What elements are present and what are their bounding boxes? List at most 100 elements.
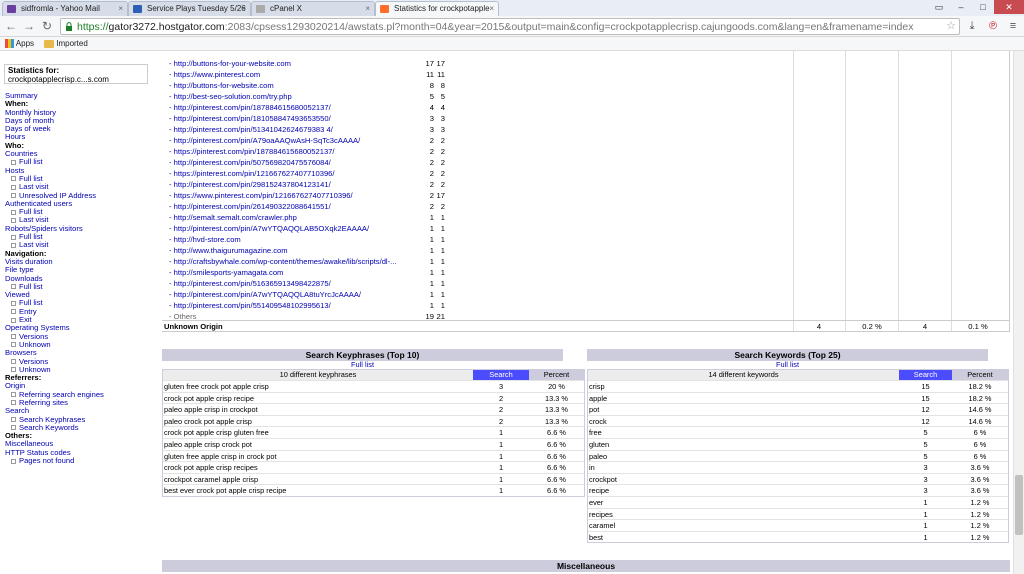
keyword-cell: gluten free apple crisp in crock pot	[164, 451, 277, 461]
bullet-icon	[11, 392, 16, 398]
search-count-cell: 1	[923, 509, 928, 519]
search-count-cell: 2	[498, 416, 504, 426]
keywords-full-list-link[interactable]: Full list	[587, 361, 988, 369]
keyword-cell: paleo crock pot apple crisp	[164, 416, 252, 426]
keyphrases-count: 10 different keyphrases	[279, 370, 357, 379]
table-row: crockpot 3 3.6 %	[588, 472, 1008, 485]
bookmark-apps[interactable]: Apps	[5, 38, 34, 50]
table-row: paleo apple crisp in crockpot 2 13.3 %	[163, 403, 584, 415]
table-row: paleo apple crisp crock pot 1 6.6 %	[163, 438, 584, 450]
window-controls: ▭ – □ ✕	[928, 0, 1024, 14]
keyword-cell: crock pot apple crisp recipe	[164, 393, 254, 403]
page-content: Statistics for: crockpotapplecrisp.c...s…	[0, 51, 1024, 574]
reload-icon[interactable]: ↻	[40, 19, 54, 33]
referrer-hits: 1	[440, 279, 445, 288]
search-count-cell: 1	[923, 498, 928, 507]
page-icon	[133, 5, 142, 13]
referrer-hits: 17	[436, 59, 445, 68]
nav-link[interactable]: Full list	[5, 158, 160, 166]
address-bar[interactable]: https://gator3272.hostgator.com:2083/cps…	[60, 18, 960, 35]
table-row: crock pot apple crisp recipes 1 6.6 %	[163, 461, 584, 473]
table-row: recipes 1 1.2 %	[588, 507, 1008, 520]
percent-cell: 3.6 %	[970, 474, 990, 484]
scrollbar-thumb[interactable]	[1015, 475, 1023, 535]
percent-cell: 3.6 %	[970, 463, 990, 473]
percent-cell: 20 %	[548, 382, 565, 391]
percent-cell: 1.2 %	[970, 509, 990, 519]
bullet-icon	[11, 367, 16, 373]
percent-cell: 6.6 %	[547, 474, 566, 484]
keyphrases-full-list-link[interactable]: Full list	[162, 361, 563, 369]
close-tab-icon[interactable]: ×	[241, 2, 246, 15]
tab-yahoo-mail[interactable]: sidfromla - Yahoo Mail ×	[2, 1, 128, 16]
back-icon[interactable]: ←	[4, 19, 18, 33]
nav-link[interactable]: Pages not found	[5, 456, 160, 465]
bookmark-star-icon[interactable]: ☆	[946, 19, 956, 32]
pinterest-icon[interactable]: ℗	[987, 20, 999, 32]
unknown-origin-row: Unknown Origin 4 0.2 % 4 0.1 %	[162, 320, 1010, 332]
download-icon[interactable]: ⤓	[966, 20, 978, 32]
search-count-cell: 15	[921, 393, 930, 403]
close-window-icon[interactable]: ✕	[994, 0, 1024, 14]
bullet-icon	[11, 193, 16, 199]
bullet-icon	[11, 209, 16, 215]
referrer-hits: 1	[440, 213, 445, 222]
maximize-icon[interactable]: □	[972, 0, 994, 14]
bullet-icon	[11, 234, 16, 240]
table-row: apple 15 18.2 %	[588, 391, 1008, 404]
keyword-cell: apple	[589, 393, 608, 403]
search-keyphrases-panel: Search Keyphrases (Top 10) Full list 10 …	[162, 349, 585, 499]
cpanel-icon	[380, 5, 389, 13]
keyword-cell: crock pot apple crisp gluten free	[164, 428, 269, 438]
menu-icon[interactable]: ≡	[1007, 20, 1019, 32]
tab-service-plays[interactable]: Service Plays Tuesday 5/26 ×	[128, 1, 251, 16]
search-count-cell: 2	[498, 393, 504, 403]
bullet-icon	[11, 242, 16, 248]
profile-icon[interactable]: ▭	[928, 0, 950, 14]
table-row: ever 1 1.2 %	[588, 496, 1008, 508]
keyword-cell: best ever crock pot apple crisp recipe	[164, 486, 287, 496]
keyword-cell: gluten free crock pot apple crisp	[164, 382, 269, 391]
bookmark-label: Apps	[15, 39, 35, 48]
percent-cell: 13.3 %	[544, 393, 568, 403]
bullet-icon	[11, 458, 16, 464]
referrer-link-partial[interactable]	[169, 51, 459, 57]
nav-link[interactable]: Summary	[5, 91, 160, 100]
nav-link[interactable]: Hours	[5, 133, 160, 141]
keyword-cell: crockpot caramel apple crisp	[164, 474, 259, 484]
bullet-icon	[11, 317, 16, 323]
tab-title: sidfromla - Yahoo Mail	[21, 4, 100, 13]
table-row: paleo crock pot apple crisp 2 13.3 %	[163, 414, 584, 427]
percent-cell: 18.2 %	[968, 393, 992, 403]
minimize-icon[interactable]: –	[950, 0, 972, 14]
table-row: pot 12 14.6 %	[588, 403, 1008, 415]
vertical-scrollbar[interactable]	[1013, 51, 1024, 574]
close-tab-icon[interactable]: ×	[118, 2, 123, 15]
search-count-cell: 15	[921, 382, 930, 391]
bookmark-imported[interactable]: Imported	[44, 38, 88, 50]
search-count-cell: 5	[923, 428, 928, 438]
table-row: gluten 5 6 %	[588, 438, 1008, 450]
close-tab-icon[interactable]: ×	[489, 2, 494, 15]
keywords-table: 14 different keywords Search Percent cri…	[587, 369, 1009, 543]
bullet-icon	[11, 334, 16, 340]
referrer-hits: 5	[440, 92, 445, 101]
table-row: gluten free apple crisp in crock pot 1 6.6…	[163, 449, 584, 462]
search-count-cell: 2	[498, 405, 504, 415]
tab-cpanel[interactable]: cPanel X ×	[251, 1, 375, 16]
close-tab-icon[interactable]: ×	[365, 2, 370, 15]
nav-section-heading: Referrers:	[5, 373, 160, 382]
bullet-icon	[11, 159, 16, 165]
keyword-cell: ever	[589, 498, 604, 507]
bullet-icon	[11, 400, 16, 406]
nav-link[interactable]: Days of week	[5, 125, 160, 133]
tab-statistics[interactable]: Statistics for crockpotapple ×	[375, 1, 499, 16]
forward-icon[interactable]: →	[22, 19, 36, 33]
search-count-cell: 1	[498, 474, 504, 484]
folder-icon	[44, 39, 54, 48]
bullet-icon	[11, 309, 16, 315]
search-count-cell: 12	[921, 405, 930, 415]
referrers-table: - http://buttons-for-your-website.com 17 1…	[162, 51, 1010, 332]
keywords-search-col: Search	[899, 370, 952, 380]
search-count-cell: 1	[498, 440, 504, 449]
